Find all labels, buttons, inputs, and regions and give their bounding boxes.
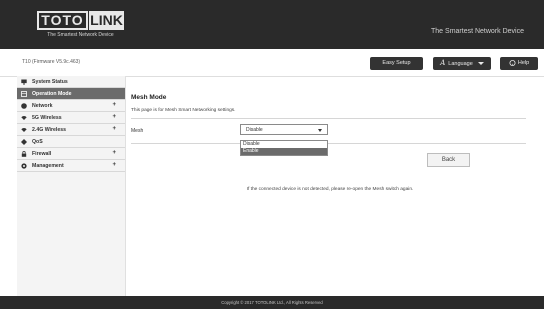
sidebar-item-label: Management xyxy=(32,163,64,169)
chevron-down-icon xyxy=(477,62,484,66)
sidebar-item-network[interactable]: Network + xyxy=(17,100,125,112)
logo-link-text: LINK xyxy=(89,11,124,30)
sidebar-item-management[interactable]: Management + xyxy=(17,160,125,172)
sidebar-item-label: 2.4G Wireless xyxy=(32,127,66,133)
sidebar-nav: System Status Operation Mode Network + 5… xyxy=(17,76,126,296)
copyright-text: Copyright © 2017 TOTOLINK Ltd., All Righ… xyxy=(221,300,323,305)
qos-icon xyxy=(21,139,27,145)
mesh-option-enable[interactable]: Enable xyxy=(241,148,327,155)
sidebar-item-firewall[interactable]: Firewall + xyxy=(17,148,125,160)
sidebar-item-2-4g-wireless[interactable]: 2.4G Wireless + xyxy=(17,124,125,136)
logo-tagline: The Smartest Network Device xyxy=(47,32,114,38)
mesh-select[interactable]: Disable xyxy=(240,124,328,135)
mesh-select-value: Disable xyxy=(246,127,263,133)
globe-icon xyxy=(21,103,27,109)
language-dropdown[interactable]: A Language xyxy=(433,57,491,70)
sidebar-item-label: Firewall xyxy=(32,151,52,157)
divider xyxy=(131,118,526,119)
mesh-options-dropdown: Disable Enable xyxy=(240,140,328,156)
sidebar-item-label: 5G Wireless xyxy=(32,115,62,121)
expand-plus-icon[interactable]: + xyxy=(112,162,116,168)
expand-plus-icon[interactable]: + xyxy=(112,126,116,132)
language-label: Language xyxy=(448,61,473,67)
help-button[interactable]: Help xyxy=(500,57,538,70)
operation-mode-icon xyxy=(21,91,27,97)
monitor-icon xyxy=(21,79,27,85)
chevron-down-icon xyxy=(318,129,322,132)
totolink-logo[interactable]: TOTO LINK The Smartest Network Device xyxy=(37,11,124,42)
logo-toto-text: TOTO xyxy=(37,11,88,30)
sidebar-item-label: Operation Mode xyxy=(32,91,72,97)
sidebar-item-label: Network xyxy=(32,103,53,109)
sidebar-item-label: System Status xyxy=(32,79,68,85)
page-title: Mesh Mode xyxy=(131,94,167,101)
mesh-option-disable[interactable]: Disable xyxy=(241,141,327,148)
expand-plus-icon[interactable]: + xyxy=(112,150,116,156)
back-button[interactable]: Back xyxy=(427,153,470,167)
easy-setup-button[interactable]: Easy Setup xyxy=(370,57,423,70)
page-description: This page is for Mesh Smart Networking s… xyxy=(131,108,236,113)
lock-icon xyxy=(21,151,27,157)
sidebar-item-5g-wireless[interactable]: 5G Wireless + xyxy=(17,112,125,124)
expand-plus-icon[interactable]: + xyxy=(112,114,116,120)
main-content: Mesh Mode This page is for Mesh Smart Ne… xyxy=(126,76,534,296)
toolbar: T10 (Firmware V5.9c.463) Easy Setup A Lan… xyxy=(0,49,544,77)
sidebar-item-system-status[interactable]: System Status xyxy=(17,76,125,88)
sidebar-item-qos[interactable]: QoS xyxy=(17,136,125,148)
sidebar-item-label: QoS xyxy=(32,139,43,145)
sidebar-item-operation-mode[interactable]: Operation Mode xyxy=(17,88,125,100)
help-icon xyxy=(509,59,516,66)
gear-icon xyxy=(21,163,27,169)
language-icon: A xyxy=(440,59,446,67)
header-slogan: The Smartest Network Device xyxy=(431,28,524,35)
expand-plus-icon[interactable]: + xyxy=(112,102,116,108)
help-label: Help xyxy=(517,60,530,66)
wifi-icon xyxy=(21,128,27,132)
mesh-help-note: If the connected device is not detected,… xyxy=(246,187,414,192)
footer: Copyright © 2017 TOTOLINK Ltd., All Righ… xyxy=(0,296,544,309)
firmware-version: T10 (Firmware V5.9c.463) xyxy=(22,59,81,65)
divider xyxy=(131,143,526,144)
top-header: TOTO LINK The Smartest Network Device Th… xyxy=(0,0,544,49)
wifi-icon xyxy=(21,116,27,120)
mesh-label: Mesh xyxy=(131,128,144,134)
